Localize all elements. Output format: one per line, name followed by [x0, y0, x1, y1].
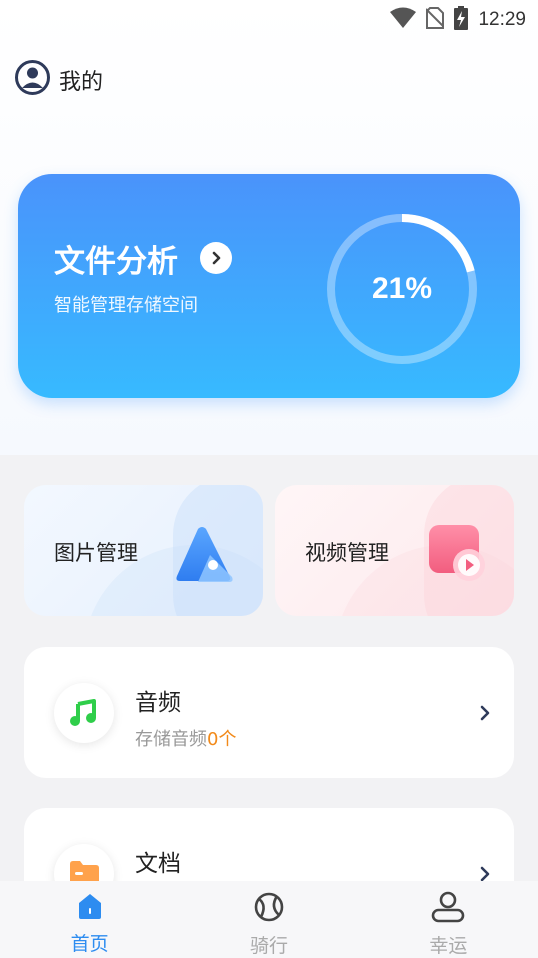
page-header: 我的 [14, 59, 103, 100]
no-sim-icon [425, 7, 446, 33]
audio-sub-prefix: 存储音频 [135, 729, 207, 750]
battery-charging-icon [454, 6, 469, 34]
wifi-icon [390, 7, 417, 33]
music-note-icon [54, 683, 114, 743]
usage-percent-label: 21% [371, 272, 433, 305]
nav-item-lucky[interactable]: 幸运 [359, 881, 538, 958]
audio-count: 0个 [207, 729, 237, 750]
chevron-right-icon [480, 705, 490, 725]
person-icon [431, 891, 465, 927]
analysis-title: 文件分析 [54, 244, 178, 280]
file-analysis-card[interactable]: 文件分析 智能管理存储空间 21% [18, 174, 520, 398]
nav-item-home[interactable]: 首页 [0, 881, 179, 958]
audio-subtitle: 存储音频0个 [135, 725, 236, 751]
nav-item-ride[interactable]: 骑行 [179, 881, 358, 958]
tile-label-videos: 视频管理 [305, 541, 389, 565]
user-circle-icon[interactable] [14, 59, 51, 100]
nav-label-lucky: 幸运 [429, 935, 468, 957]
ball-icon [253, 891, 285, 927]
audio-title: 音频 [135, 690, 181, 716]
document-title: 文档 [135, 851, 181, 877]
image-management-tile[interactable]: 图片管理 [24, 485, 263, 616]
nav-label-ride: 骑行 [249, 935, 288, 957]
status-time: 12:29 [478, 9, 526, 30]
status-bar: 12:29 [0, 0, 538, 36]
bottom-navigation: 首页 骑行 幸运 [0, 881, 538, 958]
audio-list-item[interactable]: 音频 存储音频0个 [24, 647, 514, 778]
video-management-tile[interactable]: 视频管理 [275, 485, 514, 616]
nav-label-home: 首页 [70, 933, 109, 955]
video-icon [429, 525, 485, 581]
image-icon [176, 527, 233, 582]
analysis-subtitle: 智能管理存储空间 [54, 295, 198, 316]
home-icon [75, 891, 105, 925]
page-title: 我的 [59, 69, 104, 95]
tile-label-images: 图片管理 [54, 541, 138, 565]
chevron-right-icon[interactable] [200, 242, 232, 274]
